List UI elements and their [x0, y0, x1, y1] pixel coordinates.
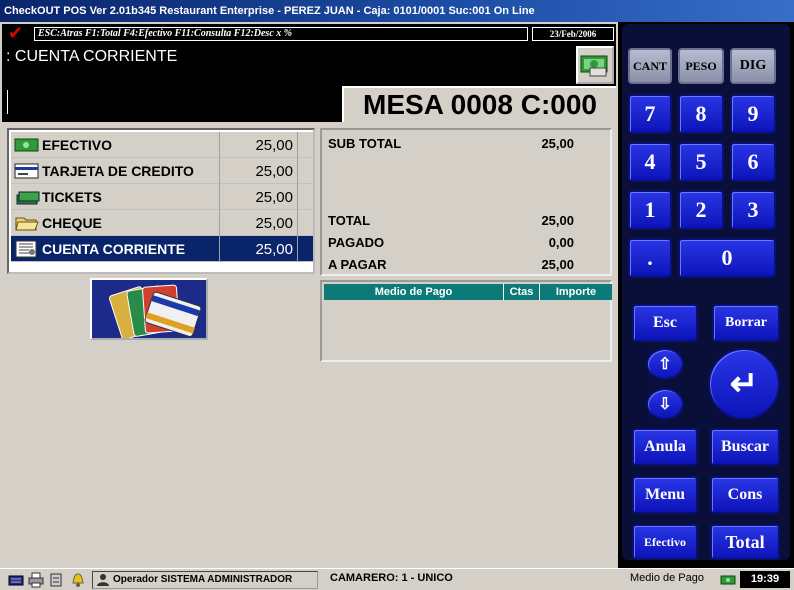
window-title: CheckOUT POS Ver 2.01b345 Restaurant Ent… — [0, 0, 794, 22]
key-5[interactable]: 5 — [678, 142, 724, 182]
main-panel: ✔ ESC:Atras F1:Total F4:Efectivo F11:Con… — [0, 22, 618, 568]
anula-button[interactable]: Anula — [632, 428, 698, 466]
payment-mode-label: : CUENTA CORRIENTE — [6, 48, 178, 65]
date-display: 23/Feb/2006 — [532, 27, 614, 41]
payment-method-cheque[interactable]: CHEQUE 25,00 — [11, 210, 313, 236]
subtotal-value: 25,00 — [541, 136, 574, 151]
a-pagar-value: 25,00 — [541, 257, 574, 272]
key-8[interactable]: 8 — [678, 94, 724, 134]
key-1[interactable]: 1 — [628, 190, 672, 230]
cash-icon — [14, 136, 40, 154]
column-divider — [219, 236, 220, 262]
column-header-medio[interactable]: Medio de Pago — [324, 284, 504, 300]
clock: 19:39 — [740, 571, 790, 588]
checkmark-icon: ✔ — [8, 23, 24, 44]
payment-method-tickets[interactable]: TICKETS 25,00 — [11, 184, 313, 210]
pagado-value: 0,00 — [548, 235, 574, 250]
folder-icon — [14, 214, 40, 232]
cash-icon — [720, 572, 736, 588]
total-label: TOTAL — [328, 213, 371, 228]
column-divider — [297, 132, 298, 158]
payment-method-status: Medio de Pago — [630, 572, 704, 584]
key-2[interactable]: 2 — [678, 190, 724, 230]
key-decimal[interactable]: . — [628, 238, 672, 278]
efectivo-button[interactable]: Efectivo — [632, 524, 698, 560]
payment-method-cuenta-corriente[interactable]: CUENTA CORRIENTE 25,00 — [11, 236, 313, 262]
shortcut-hints: ESC:Atras F1:Total F4:Efectivo F11:Consu… — [34, 27, 528, 41]
payment-method-label: CUENTA CORRIENTE — [42, 241, 186, 257]
column-divider — [219, 158, 220, 184]
column-divider — [219, 132, 220, 158]
pagado-label: PAGADO — [328, 235, 385, 250]
payment-method-amount: 25,00 — [255, 215, 293, 232]
menu-button[interactable]: Menu — [632, 476, 698, 514]
payment-method-amount: 25,00 — [255, 241, 293, 258]
bell-icon[interactable] — [70, 572, 86, 588]
key-6[interactable]: 6 — [730, 142, 776, 182]
buscar-button[interactable]: Buscar — [710, 428, 780, 466]
payment-method-amount: 25,00 — [255, 163, 293, 180]
input-field[interactable] — [2, 86, 342, 122]
payment-method-label: TARJETA DE CREDITO — [42, 163, 194, 179]
key-3[interactable]: 3 — [730, 190, 776, 230]
credit-cards-logo — [90, 278, 208, 340]
column-divider — [297, 210, 298, 236]
column-divider — [297, 236, 298, 262]
column-header-ctas[interactable]: Ctas — [504, 284, 540, 300]
column-header-importe[interactable]: Importe — [540, 284, 612, 300]
subtotal-label: SUB TOTAL — [328, 136, 402, 151]
column-divider — [219, 210, 220, 236]
key-9[interactable]: 9 — [730, 94, 776, 134]
keypad-panel: CANT PESO DIG 7 8 9 4 5 6 1 2 3 . 0 Esc … — [618, 22, 794, 568]
payment-methods-list: EFECTIVO 25,00 TARJETA DE CREDITO 25,00 … — [7, 128, 315, 274]
operator-info: Operador SISTEMA ADMINISTRADOR — [92, 571, 318, 589]
printer-icon[interactable] — [28, 572, 44, 588]
key-4[interactable]: 4 — [628, 142, 672, 182]
payment-method-tarjeta[interactable]: TARJETA DE CREDITO 25,00 — [11, 158, 313, 184]
payment-method-efectivo[interactable]: EFECTIVO 25,00 — [11, 132, 313, 158]
tickets-icon — [14, 188, 40, 206]
hint-bar: ✔ ESC:Atras F1:Total F4:Efectivo F11:Con… — [2, 24, 616, 44]
cant-button[interactable]: CANT — [628, 48, 672, 84]
money-icon[interactable] — [576, 46, 614, 84]
payment-method-label: TICKETS — [42, 189, 102, 205]
column-divider — [297, 158, 298, 184]
arrow-up-icon[interactable]: ⇧ — [646, 348, 684, 380]
text-cursor — [7, 90, 8, 114]
enter-icon[interactable]: ↵ — [708, 348, 780, 420]
drawer-icon[interactable] — [48, 572, 64, 588]
esc-button[interactable]: Esc — [632, 304, 698, 342]
borrar-button[interactable]: Borrar — [712, 304, 780, 342]
peso-button[interactable]: PESO — [678, 48, 724, 84]
column-divider — [219, 184, 220, 210]
cons-button[interactable]: Cons — [710, 476, 780, 514]
dig-button[interactable]: DIG — [730, 48, 776, 84]
credit-card-icon — [14, 162, 40, 180]
account-icon — [14, 240, 40, 258]
keyboard-icon[interactable] — [8, 572, 24, 588]
column-divider — [297, 184, 298, 210]
grid-header: Medio de Pago Ctas Importe — [324, 284, 612, 300]
key-0[interactable]: 0 — [678, 238, 776, 278]
status-bar: Operador SISTEMA ADMINISTRADOR CAMARERO:… — [0, 568, 794, 590]
waiter-info: CAMARERO: 1 - UNICO — [330, 572, 453, 584]
operator-icon — [96, 572, 112, 588]
payment-method-amount: 25,00 — [255, 137, 293, 154]
totals-panel: SUB TOTAL 25,00 TOTAL 25,00 PAGADO 0,00 … — [320, 128, 612, 276]
arrow-down-icon[interactable]: ⇩ — [646, 388, 684, 420]
payments-grid[interactable]: Medio de Pago Ctas Importe — [320, 280, 612, 362]
mode-panel: : CUENTA CORRIENTE — [2, 44, 616, 86]
table-indicator: MESA 0008 C:000 — [342, 86, 616, 122]
key-7[interactable]: 7 — [628, 94, 672, 134]
keypad: CANT PESO DIG 7 8 9 4 5 6 1 2 3 . 0 Esc … — [622, 24, 790, 560]
payment-method-amount: 25,00 — [255, 189, 293, 206]
total-button[interactable]: Total — [710, 524, 780, 560]
a-pagar-label: A PAGAR — [328, 257, 387, 272]
payment-method-label: CHEQUE — [42, 215, 102, 231]
total-value: 25,00 — [541, 213, 574, 228]
payment-method-label: EFECTIVO — [42, 137, 113, 153]
